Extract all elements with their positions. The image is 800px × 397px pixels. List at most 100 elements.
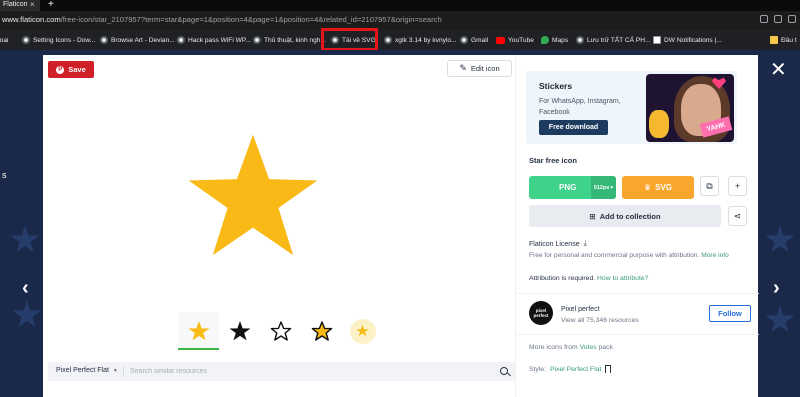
extensions-icon[interactable] bbox=[788, 15, 796, 23]
attribution-row: Attribution is required. How to attribut… bbox=[529, 275, 648, 282]
bookmark-item[interactable]: Gmail bbox=[460, 34, 488, 46]
divider bbox=[516, 334, 759, 335]
globe-icon bbox=[384, 36, 392, 44]
maps-icon bbox=[541, 36, 549, 44]
image-copy-icon: ⧉ bbox=[706, 180, 713, 191]
close-icon[interactable]: ✕ bbox=[770, 60, 787, 80]
globe-icon bbox=[460, 36, 468, 44]
translate-icon[interactable] bbox=[760, 15, 768, 23]
url-text[interactable]: www.flaticon.com/free-icon/star_2107957?… bbox=[2, 15, 442, 24]
more-options-button[interactable]: + bbox=[728, 176, 747, 196]
next-arrow-icon[interactable]: › bbox=[773, 277, 780, 300]
tab-close-icon[interactable]: × bbox=[30, 0, 35, 9]
style-dropdown[interactable]: Pixel Perfect Flat ▼ bbox=[56, 367, 118, 374]
star-icon bbox=[188, 321, 210, 341]
bookmark-label: DW Notifications |... bbox=[664, 36, 722, 44]
bookmark-star-icon[interactable] bbox=[774, 15, 782, 23]
bookmark-label: Thủ thuật, kinh ngh... bbox=[264, 36, 326, 44]
previous-arrow-icon[interactable]: ‹ bbox=[22, 277, 29, 300]
free-download-button[interactable]: Free download bbox=[539, 120, 608, 135]
divider bbox=[123, 366, 124, 377]
bookmark-label: xgtk 3.14 by kvnylo... bbox=[395, 36, 457, 44]
highlight-annotation bbox=[321, 28, 378, 51]
download-png-button[interactable]: PNG 512px ▾ bbox=[529, 176, 616, 199]
bookmark-item[interactable]: xgtk 3.14 by kvnylo... bbox=[384, 34, 457, 46]
bookmark-item[interactable]: hoai bbox=[0, 34, 8, 46]
chevron-down-icon: ▼ bbox=[112, 367, 118, 374]
promo-image: YAHK bbox=[646, 74, 734, 142]
variant-flat-yellow[interactable] bbox=[178, 312, 219, 350]
chevron-down-icon: ▾ bbox=[610, 184, 614, 191]
search-icon[interactable] bbox=[500, 367, 508, 375]
new-tab-button[interactable]: + bbox=[48, 0, 54, 10]
download-icon: ⤓ bbox=[583, 240, 587, 247]
url-host: www.flaticon.com bbox=[2, 15, 61, 24]
avatar[interactable]: pixel perfect bbox=[529, 301, 553, 325]
bookmark-label: Lưu trữ TẤT CẢ PH... bbox=[587, 36, 651, 44]
add-to-collection-button[interactable]: ⊞ Add to collection bbox=[529, 205, 721, 227]
author-name[interactable]: Pixel perfect bbox=[561, 306, 600, 313]
edit-icon-button[interactable]: ✎ Edit icon bbox=[447, 60, 512, 77]
variant-filled-black[interactable] bbox=[219, 312, 260, 350]
bookmark-item[interactable]: Hack pass WiFi WP... bbox=[177, 34, 251, 46]
background-star-icon bbox=[12, 300, 42, 328]
license-description: Free for personal and commercial purpose… bbox=[529, 252, 700, 259]
icon-detail-modal: P Save ✎ Edit icon Pixel Perfect Flat ▼ … bbox=[43, 55, 759, 397]
star-lineal-icon bbox=[311, 321, 333, 341]
share-button[interactable]: ⋖ bbox=[728, 206, 747, 226]
style-row: Style: Pixel Perfect Flat bbox=[529, 365, 612, 373]
pack-link[interactable]: Votes bbox=[580, 344, 597, 351]
globe-icon bbox=[177, 36, 185, 44]
browser-tabstrip: Flaticon × + bbox=[0, 0, 800, 11]
bookmark-item[interactable]: Setting Icons - Dow... bbox=[22, 34, 95, 46]
style-link[interactable]: Pixel Perfect Flat bbox=[550, 366, 601, 373]
variant-lineal-color[interactable] bbox=[301, 312, 342, 350]
more-icons-row: More icons from Votes pack bbox=[529, 344, 613, 351]
download-svg-button[interactable]: ♛ SVG bbox=[622, 176, 694, 199]
follow-button[interactable]: Follow bbox=[709, 305, 751, 322]
icon-title: Star free icon bbox=[529, 156, 577, 165]
png-size-label: 512px bbox=[593, 184, 610, 191]
address-bar[interactable]: www.flaticon.com/free-icon/star_2107957?… bbox=[0, 11, 800, 30]
similar-search-bar: Pixel Perfect Flat ▼ bbox=[48, 362, 515, 381]
icon-preview-pane: P Save ✎ Edit icon Pixel Perfect Flat ▼ … bbox=[43, 55, 515, 397]
bookmark-label: Setting Icons - Dow... bbox=[33, 36, 96, 44]
browser-tab[interactable]: Flaticon × bbox=[0, 0, 40, 11]
star-preview-icon bbox=[188, 134, 318, 256]
style-variants bbox=[178, 312, 383, 350]
bookmark-label: Đầu t bbox=[781, 36, 797, 44]
bookmark-item[interactable]: Đầu t bbox=[770, 34, 797, 46]
bookmark-item[interactable]: DW Notifications |... bbox=[653, 34, 722, 46]
png-label: PNG bbox=[559, 183, 577, 192]
author-resources-link[interactable]: View all 75,346 resources bbox=[561, 317, 639, 324]
bookmark-item[interactable]: Lưu trữ TẤT CẢ PH... bbox=[576, 34, 651, 46]
background-star-icon bbox=[765, 305, 795, 333]
license-label: Flaticon License bbox=[529, 240, 580, 248]
svg-label: SVG bbox=[655, 183, 673, 192]
bookmark-item[interactable]: Thủ thuật, kinh ngh... bbox=[253, 34, 326, 46]
save-button[interactable]: P Save bbox=[48, 61, 94, 78]
more-icons-suffix: pack bbox=[598, 344, 613, 351]
png-size-dropdown[interactable]: 512px ▾ bbox=[591, 176, 616, 199]
more-icons-prefix: More icons from bbox=[529, 344, 578, 351]
how-to-attribute-link[interactable]: How to attribute? bbox=[597, 275, 648, 282]
copy-image-button[interactable]: ⧉ bbox=[700, 176, 719, 196]
pineapple-sticker-icon bbox=[649, 110, 669, 138]
more-info-link[interactable]: More info bbox=[701, 252, 729, 259]
bookmark-icon[interactable] bbox=[605, 365, 612, 373]
variant-flat-small[interactable] bbox=[342, 312, 383, 350]
globe-icon bbox=[100, 36, 108, 44]
url-path: /free-icon/star_2107957?term=star&page=1… bbox=[60, 15, 442, 24]
bookmark-label: Hack pass WiFi WP... bbox=[188, 36, 251, 44]
globe-icon bbox=[253, 36, 261, 44]
promo-title: Stickers bbox=[539, 81, 573, 91]
star-icon bbox=[229, 321, 251, 341]
bookmark-item[interactable]: Maps bbox=[541, 34, 568, 46]
search-input[interactable] bbox=[130, 365, 490, 378]
globe-icon bbox=[22, 36, 30, 44]
bookmark-item[interactable]: Browse Art - Devian... bbox=[100, 34, 175, 46]
variant-outline[interactable] bbox=[260, 312, 301, 350]
promo-subtitle: For WhatsApp, Instagram, Facebook bbox=[539, 98, 621, 116]
attribution-label: Attribution is required. bbox=[529, 275, 596, 282]
bookmark-item[interactable]: YouTube bbox=[496, 34, 534, 46]
